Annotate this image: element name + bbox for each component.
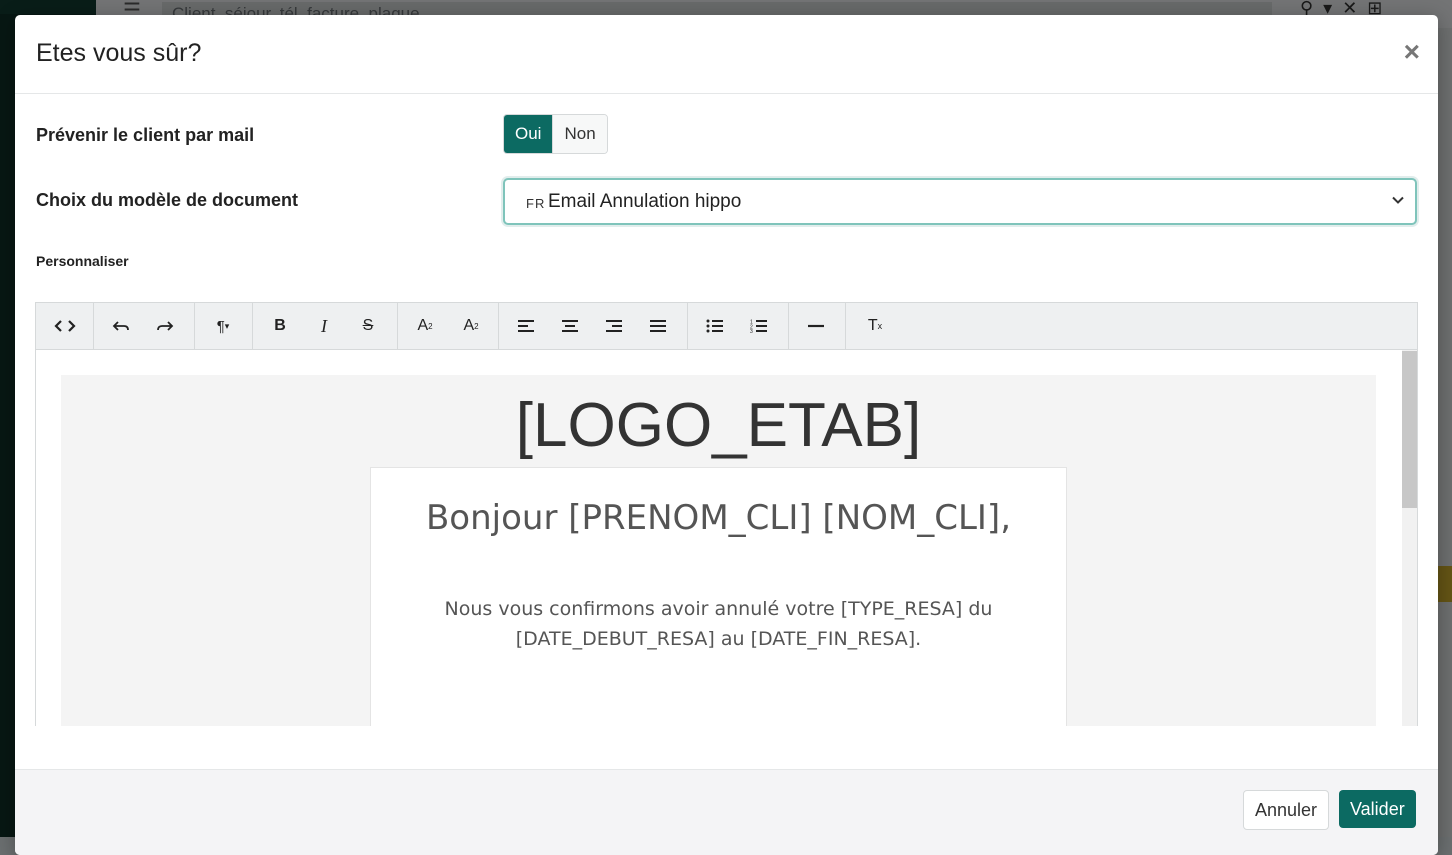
chevron-down-icon xyxy=(1392,196,1404,204)
code-view-icon[interactable] xyxy=(44,303,86,349)
editor-content-area[interactable]: [LOGO_ETAB] Bonjour [PRENOM_CLI] [NOM_CL… xyxy=(36,350,1402,726)
toggle-non-button[interactable]: Non xyxy=(552,115,607,153)
bulleted-list-icon[interactable] xyxy=(694,303,736,349)
align-left-icon[interactable] xyxy=(505,303,547,349)
document-template-value: Email Annulation hippo xyxy=(548,191,742,212)
email-message: Nous vous confirmons avoir annulé votre … xyxy=(444,598,993,650)
document-template-label: Choix du modèle de document xyxy=(36,190,299,210)
numbered-list-icon[interactable]: 123 xyxy=(738,303,780,349)
logo-placeholder: [LOGO_ETAB] xyxy=(515,391,922,460)
cancel-button[interactable]: Annuler xyxy=(1243,790,1330,830)
modal-header: Etes vous sûr? × xyxy=(15,15,1438,94)
align-justify-icon[interactable] xyxy=(637,303,679,349)
email-greeting: Bonjour [PRENOM_CLI] [NOM_CLI], xyxy=(425,498,1012,538)
paragraph-format-icon[interactable]: ¶ ▾ xyxy=(202,303,244,349)
notify-client-label: Prévenir le client par mail xyxy=(36,125,255,145)
submit-button[interactable]: Valider xyxy=(1339,790,1416,828)
editor-toolbar: ¶ ▾ B I S A2 A2 1 2 3 T x xyxy=(36,303,1417,350)
subscript-icon[interactable]: A2 xyxy=(450,303,492,349)
close-icon[interactable]: × xyxy=(1404,37,1420,67)
italic-icon[interactable]: I xyxy=(303,303,345,349)
email-content-card: Bonjour [PRENOM_CLI] [NOM_CLI], Nous vou… xyxy=(370,467,1067,726)
modal-title: Etes vous sûr? xyxy=(36,39,202,67)
clear-format-icon[interactable]: Tx xyxy=(854,303,896,349)
horizontal-line-icon[interactable] xyxy=(795,303,837,349)
svg-text:3: 3 xyxy=(750,329,753,333)
align-right-icon[interactable] xyxy=(593,303,635,349)
document-template-select[interactable]: FR Email Annulation hippo xyxy=(503,178,1417,225)
confirm-modal: Etes vous sûr? × Prévenir le client par … xyxy=(15,15,1438,855)
notify-client-toggle: Oui Non xyxy=(503,114,608,154)
superscript-icon[interactable]: A2 xyxy=(404,303,446,349)
editor-scrollbar-thumb[interactable] xyxy=(1402,351,1417,508)
align-center-icon[interactable] xyxy=(549,303,591,349)
redo-icon[interactable] xyxy=(144,303,186,349)
strikethrough-icon[interactable]: S xyxy=(347,303,389,349)
modal-footer: Annuler Valider xyxy=(15,769,1438,855)
toggle-oui-button[interactable]: Oui xyxy=(504,115,553,153)
email-template-background: [LOGO_ETAB] Bonjour [PRENOM_CLI] [NOM_CL… xyxy=(61,375,1376,726)
personalise-label: Personnaliser xyxy=(36,253,129,269)
bold-icon[interactable]: B xyxy=(259,303,301,349)
rich-text-editor: ¶ ▾ B I S A2 A2 1 2 3 T x [LOGO_ETAB] Bo… xyxy=(35,302,1418,726)
language-flag: FR xyxy=(526,196,546,211)
undo-icon[interactable] xyxy=(100,303,142,349)
